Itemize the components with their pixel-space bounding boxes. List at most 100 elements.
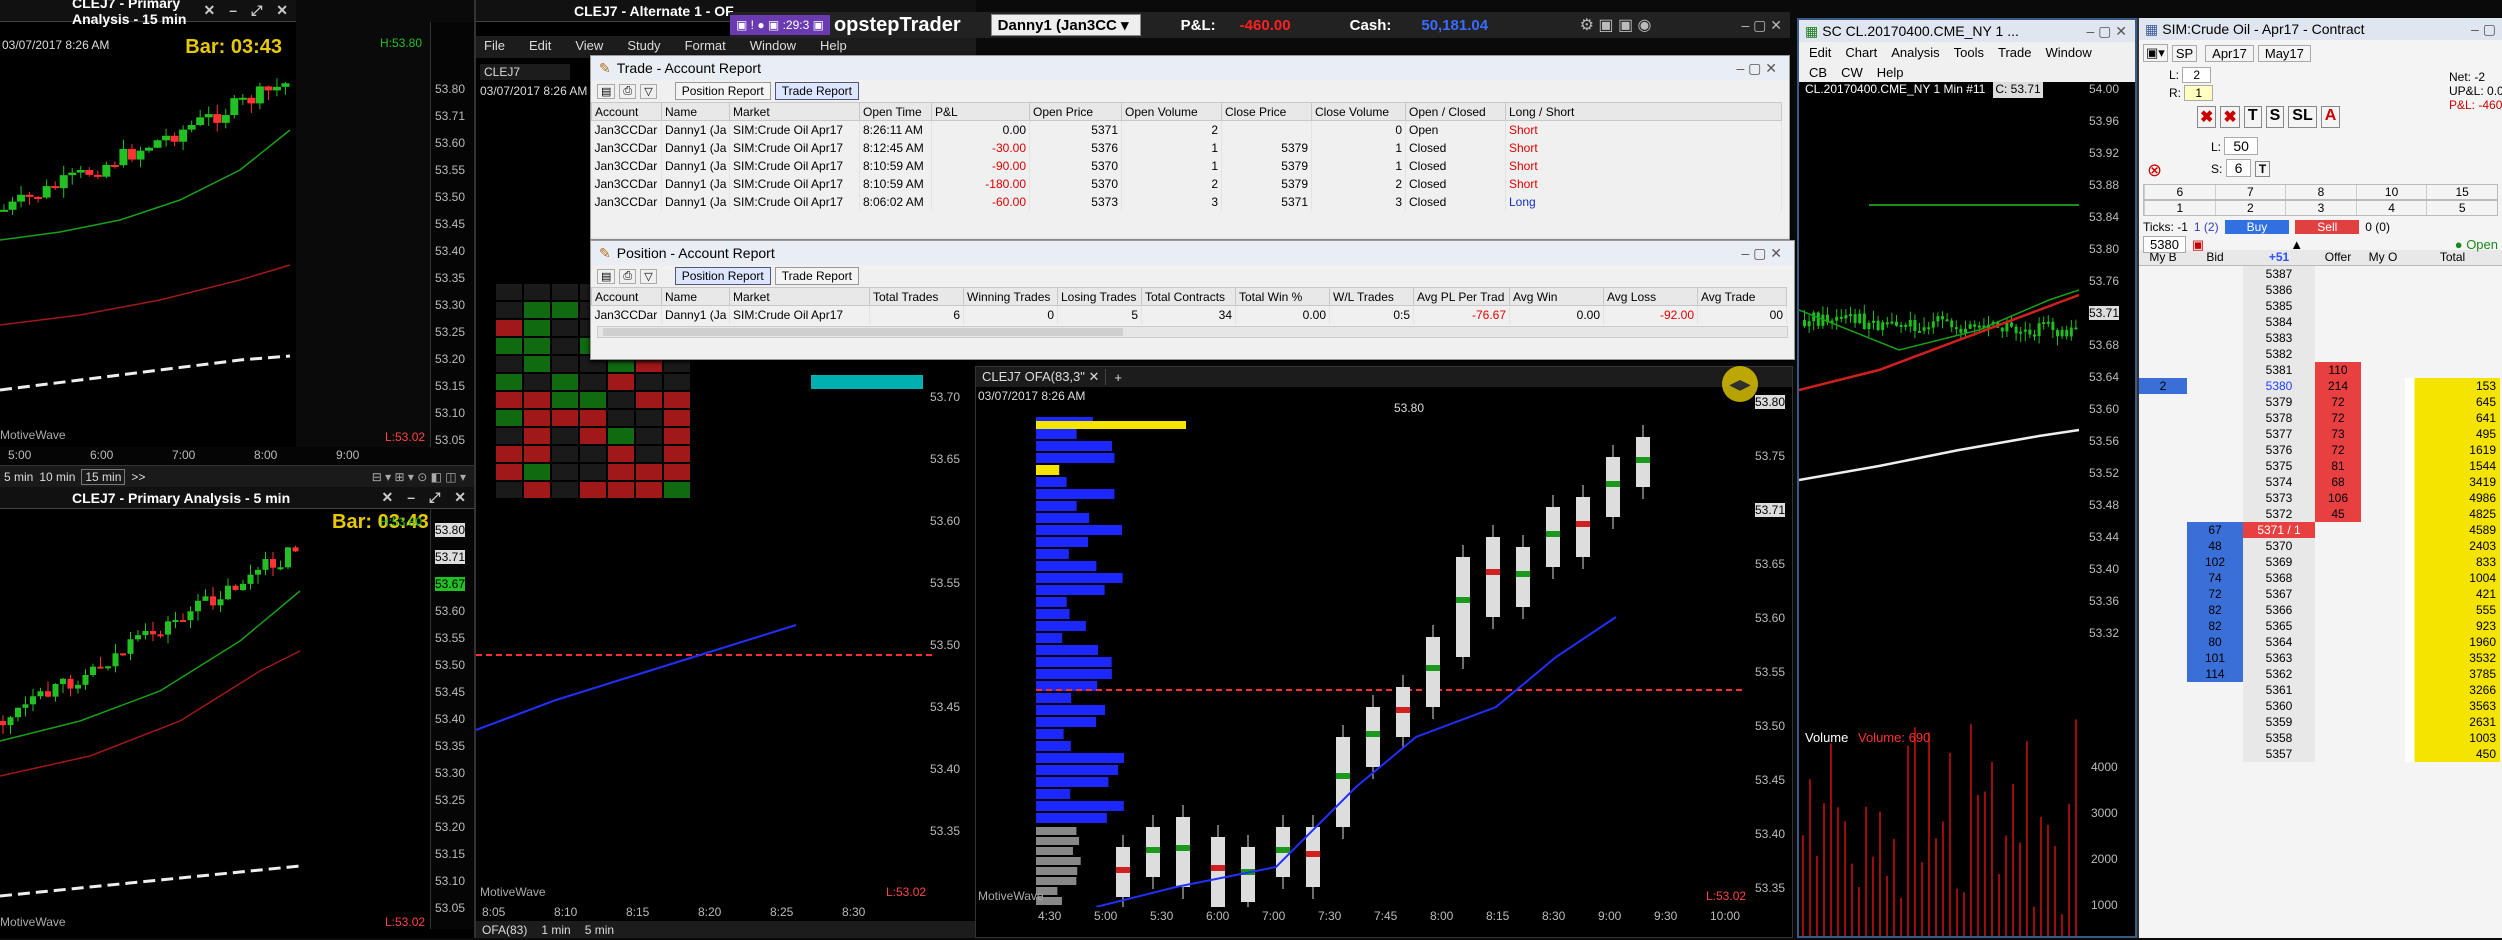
tf-more[interactable]: >> (131, 470, 145, 484)
dom-cell[interactable]: 5357 (2243, 746, 2315, 762)
dom-cell[interactable] (2139, 586, 2187, 602)
dom-cell[interactable]: 67 (2187, 522, 2243, 538)
column-header[interactable]: Open Price (1029, 102, 1122, 121)
dom-cell[interactable] (2139, 474, 2187, 490)
table-row[interactable]: Jan3CCDar Danny1 (Ja SIM:Crude Oil Apr17 8:… (591, 138, 1782, 157)
dom-ladder-row[interactable]: 114 5362 3785 (2139, 666, 2502, 682)
dom-cell[interactable]: 4986 (2405, 490, 2500, 506)
dom-cell[interactable]: 5384 (2243, 314, 2315, 330)
dom-cell[interactable]: 5359 (2243, 714, 2315, 730)
cancel-buys-icon[interactable]: ✖ (2197, 106, 2217, 128)
sc-menu-item[interactable]: CB (1809, 65, 1827, 80)
tf-10min[interactable]: 10 min (39, 470, 75, 484)
dom-ladder-row[interactable]: 5379 72 645 (2139, 394, 2502, 410)
column-header[interactable]: Open / Closed (1405, 102, 1506, 121)
dom-cell[interactable] (2187, 682, 2243, 698)
dom-cell[interactable] (2405, 346, 2500, 362)
dom-cell[interactable] (2315, 282, 2361, 298)
account-select[interactable]: Danny1 (Jan3CC ▾ (990, 14, 1141, 36)
dom-cell[interactable] (2139, 634, 2187, 650)
dom-cell[interactable] (2139, 490, 2187, 506)
order-toolbar[interactable]: ▣ ! ● ▣ :29:3 ▣ (730, 15, 830, 35)
dom-cell[interactable] (2187, 378, 2243, 394)
dom-ladder-row[interactable]: 5361 3266 (2139, 682, 2502, 698)
dom-grid-cell[interactable]: 7 (2214, 185, 2286, 199)
dom-cell[interactable]: 5376 (2243, 442, 2315, 458)
dom-cell[interactable] (2361, 682, 2405, 698)
SL-button[interactable]: SL (2288, 106, 2317, 128)
dom-cell[interactable] (2315, 650, 2361, 666)
dom-cell[interactable]: 833 (2405, 554, 2500, 570)
up-arrow-icon[interactable]: ▲ (2290, 237, 2303, 252)
filter-icon[interactable]: ▽ (640, 268, 657, 284)
dom-cell[interactable] (2139, 346, 2187, 362)
chart-15min-titlebar[interactable]: CLEJ7 - Primary Analysis - 15 min ✕ – ⤢ ✕ (0, 0, 296, 27)
dom-ladder-row[interactable]: 5386 (2139, 282, 2502, 298)
dom-ladder-row[interactable]: 74 5368 1004 (2139, 570, 2502, 586)
dom-account-select[interactable]: ▣▾ SP Apr17 May17 (2143, 44, 2311, 62)
minimize-icon[interactable]: – (407, 489, 415, 506)
dom-ladder-row[interactable]: 82 5366 555 (2139, 602, 2502, 618)
chart-5min-titlebar[interactable]: CLEJ7 - Primary Analysis - 5 min ✕ – ⤢ ✕ (0, 487, 474, 509)
dom-cell[interactable] (2187, 714, 2243, 730)
dom-cell[interactable]: 106 (2315, 490, 2361, 506)
sc-menu-item[interactable]: Window (2045, 45, 2091, 60)
dom-cell[interactable]: 45 (2315, 506, 2361, 522)
maximize-icon[interactable]: ⤢ (251, 2, 262, 19)
dom-cell[interactable]: 214 (2315, 378, 2361, 394)
jt-tool-icons[interactable]: ⚙ ▣ ▣ ◉ (1580, 15, 1652, 35)
sell-button[interactable]: Sell (2295, 220, 2360, 234)
dom-cell[interactable] (2315, 314, 2361, 330)
dom-cell[interactable]: 73 (2315, 426, 2361, 442)
dom-cell[interactable] (2139, 682, 2187, 698)
dom-cell[interactable] (2187, 490, 2243, 506)
cross-icon[interactable]: ✕ (204, 2, 216, 19)
dom-cell[interactable]: 3785 (2405, 666, 2500, 682)
dom-cell[interactable] (2139, 282, 2187, 298)
column-header[interactable]: Close Price (1221, 102, 1312, 121)
dom-ladder[interactable]: 5387 5386 5385 5384 5383 5382 5381 110 2 5380 214 1… (2139, 266, 2502, 762)
dom-cell[interactable]: 3563 (2405, 698, 2500, 714)
dom-ladder-row[interactable]: 5359 2631 (2139, 714, 2502, 730)
dom-cell[interactable] (2315, 746, 2361, 762)
dom-cell[interactable] (2139, 714, 2187, 730)
dom-cell[interactable] (2361, 554, 2405, 570)
dom-cell[interactable]: 5368 (2243, 570, 2315, 586)
maximize-icon[interactable]: ⤢ (429, 489, 440, 506)
column-header[interactable]: W/L Trades (1329, 287, 1414, 306)
dom-cell[interactable] (2139, 666, 2187, 682)
dom-cell[interactable] (2361, 458, 2405, 474)
dom-cell[interactable] (2139, 266, 2187, 282)
column-header[interactable]: Open Volume (1121, 102, 1222, 121)
dom-cell[interactable] (2405, 314, 2500, 330)
dom-grid-cell[interactable]: 15 (2426, 185, 2497, 199)
dom-cell[interactable] (2361, 506, 2405, 522)
tab-trade-report[interactable]: Trade Report (774, 267, 859, 285)
menu-help[interactable]: Help (820, 38, 847, 53)
trade-window-controls[interactable]: – ▢ ✕ (1736, 60, 1777, 77)
dom-cell[interactable] (2361, 346, 2405, 362)
dom-L-field[interactable]: L: 2 (2169, 67, 2212, 83)
dom-cell[interactable]: 5373 (2243, 490, 2315, 506)
dom-ladder-row[interactable]: 5378 72 641 (2139, 410, 2502, 426)
dom-cell[interactable] (2139, 314, 2187, 330)
dom-cell[interactable] (2361, 602, 2405, 618)
column-header[interactable]: Long / Short (1505, 102, 1782, 121)
ofa-plot[interactable] (976, 407, 1746, 907)
dom-cell[interactable]: 72 (2315, 442, 2361, 458)
dom-R-field[interactable]: R: 1 (2169, 85, 2214, 101)
dom-cell[interactable] (2361, 538, 2405, 554)
dom-cell[interactable]: 72 (2187, 586, 2243, 602)
dom-ladder-row[interactable]: 5383 (2139, 330, 2502, 346)
menu-file[interactable]: File (484, 38, 505, 53)
dom-cell[interactable]: 923 (2405, 618, 2500, 634)
dom-cell[interactable]: 82 (2187, 618, 2243, 634)
add-tab-icon[interactable]: + (1106, 370, 1130, 385)
sc-window-controls[interactable]: – ▢ ✕ (2086, 23, 2127, 40)
buy-button[interactable]: Buy (2224, 220, 2290, 234)
menu-study[interactable]: Study (627, 38, 660, 53)
minimize-icon[interactable]: – (229, 2, 237, 19)
dom-cell[interactable] (2315, 666, 2361, 682)
dom-cell[interactable]: 68 (2315, 474, 2361, 490)
dom-grid-cell[interactable]: 2 (2214, 201, 2286, 215)
